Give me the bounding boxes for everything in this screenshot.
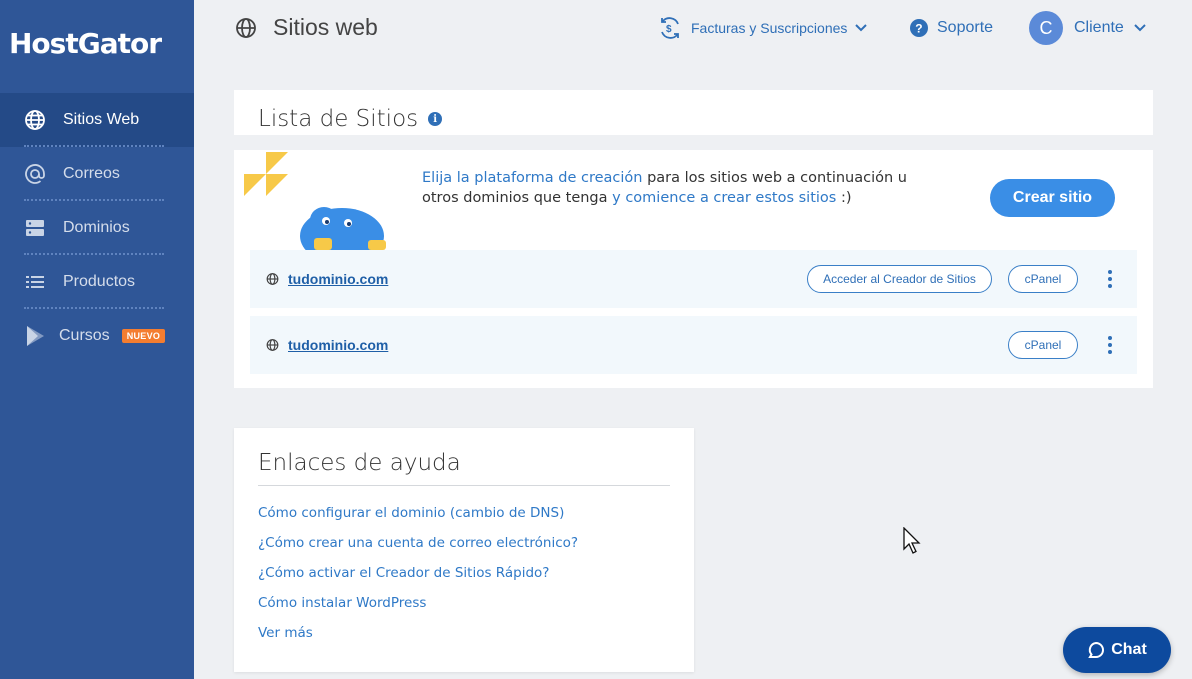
site-domain-link[interactable]: tudominio.com (288, 271, 388, 287)
globe-icon (266, 339, 279, 352)
site-row: tudominio.com Acceder al Creador de Siti… (250, 250, 1137, 308)
chat-bubble-icon (1087, 641, 1105, 659)
help-link-dns[interactable]: Cómo configurar el dominio (cambio de DN… (258, 505, 564, 521)
sidebar-item-correos[interactable]: Correos (0, 147, 194, 201)
avatar: C (1029, 11, 1063, 45)
promo-text: Elija la plataforma de creación para los… (422, 168, 912, 208)
chat-button[interactable]: Chat (1063, 627, 1171, 673)
sidebar: HostGator Sitios Web Correos Dominios Pr… (0, 0, 194, 679)
billing-label: Facturas y Suscripciones (691, 20, 848, 36)
play-icon (24, 325, 46, 347)
sidebar-item-dominios[interactable]: Dominios (0, 201, 194, 255)
brand-logo[interactable]: HostGator (9, 27, 162, 60)
help-link-wordpress[interactable]: Cómo instalar WordPress (258, 595, 426, 611)
help-link-site-builder[interactable]: ¿Cómo activar el Creador de Sitios Rápid… (258, 565, 549, 581)
globe-icon (24, 109, 46, 131)
globe-icon (235, 17, 257, 39)
at-icon (24, 163, 46, 185)
site-domain-link[interactable]: tudominio.com (288, 337, 388, 353)
promo-highlight-2[interactable]: y comience a crear estos sitios (612, 190, 836, 206)
sites-card-header: Lista de Sitios i (234, 90, 1153, 135)
promo-highlight-1[interactable]: Elija la plataforma de creación (422, 170, 642, 186)
sidebar-item-productos[interactable]: Productos (0, 255, 194, 309)
mouse-cursor-icon (903, 526, 923, 560)
site-builder-button[interactable]: Acceder al Creador de Sitios (807, 265, 992, 293)
help-card: Enlaces de ayuda Cómo configurar el domi… (234, 428, 694, 672)
more-options-icon[interactable] (1108, 336, 1112, 354)
billing-menu[interactable]: $ Facturas y Suscripciones (657, 14, 868, 42)
new-badge: NUEVO (121, 329, 166, 343)
help-link-more[interactable]: Ver más (258, 625, 313, 641)
sidebar-item-label: Correos (63, 165, 120, 182)
site-row: tudominio.com cPanel (250, 316, 1137, 374)
gator-illustration (244, 152, 394, 250)
create-site-button[interactable]: Crear sitio (990, 179, 1115, 217)
sidebar-item-label: Productos (63, 273, 136, 290)
support-label: Soporte (937, 19, 994, 36)
chat-label: Chat (1111, 641, 1147, 658)
sites-title-text: Lista de Sitios (258, 106, 419, 132)
sidebar-item-label: Dominios (63, 219, 130, 236)
help-link-email[interactable]: ¿Cómo crear una cuenta de correo electró… (258, 535, 578, 551)
svg-text:$: $ (666, 24, 672, 35)
chevron-down-icon (855, 24, 868, 32)
globe-icon (266, 273, 279, 286)
sidebar-item-label: Sitios Web (63, 111, 140, 128)
more-options-icon[interactable] (1108, 270, 1112, 288)
server-icon (24, 217, 46, 239)
info-icon[interactable]: i (428, 112, 443, 126)
sidebar-item-cursos[interactable]: Cursos NUEVO (0, 309, 194, 363)
help-title: Enlaces de ayuda (258, 450, 461, 476)
help-divider (258, 485, 670, 486)
user-menu[interactable]: C Cliente (1029, 11, 1146, 45)
page-title: Sitios web (235, 14, 378, 41)
page-title-text: Sitios web (273, 14, 378, 40)
chevron-down-icon (1134, 24, 1146, 32)
billing-cycle-icon: $ (657, 15, 683, 41)
user-name: Cliente (1074, 19, 1124, 36)
help-circle-icon: ? (909, 18, 929, 38)
promo-text-2: :) (836, 190, 852, 206)
svg-text:?: ? (915, 22, 922, 36)
sites-title: Lista de Sitios i (258, 106, 443, 132)
sidebar-item-label: Cursos (59, 327, 110, 344)
cpanel-button[interactable]: cPanel (1008, 331, 1078, 359)
sidebar-item-sitios-web[interactable]: Sitios Web (0, 93, 194, 147)
cpanel-button[interactable]: cPanel (1008, 265, 1078, 293)
list-icon (24, 271, 46, 293)
support-link[interactable]: ? Soporte (909, 14, 993, 42)
